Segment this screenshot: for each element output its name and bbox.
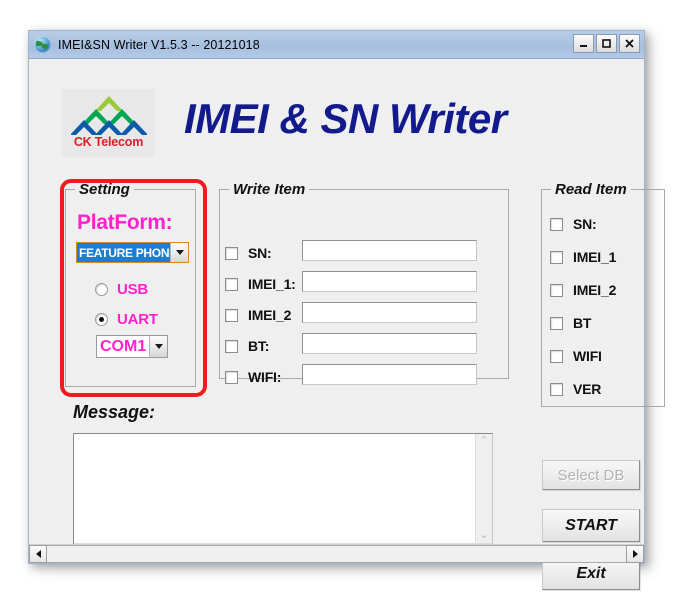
- checkbox-icon: [550, 349, 563, 363]
- scrollbar-track[interactable]: [47, 545, 626, 563]
- write-checkbox-imei1[interactable]: IMEI_1:: [225, 276, 296, 292]
- checkbox-icon: [225, 308, 238, 322]
- write-input-sn[interactable]: [302, 240, 477, 261]
- radio-uart-indicator: [95, 313, 108, 326]
- radio-uart-label: UART: [117, 311, 158, 328]
- checkbox-icon: [550, 283, 563, 297]
- window-horizontal-scrollbar[interactable]: [29, 544, 644, 563]
- write-checkbox-wifi[interactable]: WIFI:: [225, 369, 281, 385]
- close-button[interactable]: [619, 34, 640, 53]
- radio-usb-label: USB: [117, 281, 149, 298]
- read-checkbox-ver[interactable]: VER: [550, 381, 601, 397]
- write-item-group-title: Write Item: [229, 181, 310, 198]
- scroll-left-arrow-icon[interactable]: [29, 545, 47, 563]
- maximize-button[interactable]: [596, 34, 617, 53]
- ck-telecom-mark: [70, 96, 147, 135]
- platform-select-value: FEATURE PHONE: [77, 243, 170, 262]
- read-checkbox-imei1[interactable]: IMEI_1: [550, 249, 616, 265]
- exit-button-label: Exit: [576, 564, 606, 582]
- checkbox-icon: [225, 277, 238, 291]
- start-button-label: START: [565, 516, 617, 534]
- com-port-select[interactable]: COM1: [96, 335, 168, 358]
- start-button[interactable]: START: [542, 509, 640, 542]
- write-input-wifi[interactable]: [302, 364, 477, 385]
- checkbox-icon: [550, 382, 563, 396]
- message-vertical-scrollbar[interactable]: ⌃ ⌄: [475, 434, 492, 543]
- scroll-right-arrow-icon[interactable]: [626, 545, 644, 563]
- checkbox-icon: [550, 217, 563, 231]
- select-db-button-label: Select DB: [557, 466, 625, 484]
- radio-usb[interactable]: USB: [95, 281, 148, 298]
- application-window: IMEI&SN Writer V1.5.3 -- 20121018 CK Tel…: [28, 30, 665, 590]
- read-label-wifi: WIFI: [573, 348, 602, 364]
- scroll-up-icon[interactable]: ⌃: [479, 436, 488, 447]
- write-label-sn: SN:: [248, 245, 272, 261]
- radio-usb-indicator: [95, 283, 108, 296]
- globe-icon: [34, 36, 51, 53]
- read-label-sn: SN:: [573, 216, 597, 232]
- chevron-down-icon[interactable]: [149, 336, 167, 357]
- window-controls: [573, 34, 640, 53]
- write-label-wifi: WIFI:: [248, 369, 282, 385]
- write-checkbox-bt[interactable]: BT:: [225, 338, 269, 354]
- radio-uart[interactable]: UART: [95, 311, 158, 328]
- write-label-bt: BT:: [248, 338, 270, 354]
- setting-group-title: Setting: [75, 181, 134, 198]
- write-input-imei1[interactable]: [302, 271, 477, 292]
- logo-text: CK Telecom: [73, 135, 144, 149]
- read-item-group-title: Read Item: [551, 181, 631, 198]
- company-logo: CK Telecom: [62, 89, 155, 157]
- write-checkbox-sn[interactable]: SN:: [225, 245, 272, 261]
- checkbox-icon: [550, 316, 563, 330]
- scroll-down-icon[interactable]: ⌄: [479, 530, 488, 541]
- write-label-imei1: IMEI_1:: [248, 276, 296, 292]
- write-checkbox-imei2[interactable]: IMEI_2: [225, 307, 291, 323]
- write-input-imei2[interactable]: [302, 302, 477, 323]
- platform-select[interactable]: FEATURE PHONE: [76, 242, 189, 263]
- app-title: IMEI & SN Writer: [184, 95, 507, 142]
- checkbox-icon: [225, 370, 238, 384]
- chevron-down-icon[interactable]: [170, 243, 188, 262]
- select-db-button[interactable]: Select DB: [542, 460, 640, 490]
- title-bar: IMEI&SN Writer V1.5.3 -- 20121018: [29, 31, 644, 59]
- write-label-imei2: IMEI_2: [248, 307, 292, 323]
- read-checkbox-wifi[interactable]: WIFI: [550, 348, 602, 364]
- read-checkbox-imei2[interactable]: IMEI_2: [550, 282, 616, 298]
- message-label: Message:: [73, 402, 156, 422]
- read-checkbox-sn[interactable]: SN:: [550, 216, 597, 232]
- read-checkbox-bt[interactable]: BT: [550, 315, 591, 331]
- message-textarea[interactable]: ⌃ ⌄ ‹ ›: [73, 433, 493, 561]
- checkbox-icon: [550, 250, 563, 264]
- minimize-button[interactable]: [573, 34, 594, 53]
- com-port-select-value: COM1: [100, 337, 147, 355]
- checkbox-icon: [225, 246, 238, 260]
- window-title: IMEI&SN Writer V1.5.3 -- 20121018: [58, 37, 260, 52]
- read-label-ver: VER: [573, 381, 602, 397]
- read-label-bt: BT: [573, 315, 592, 331]
- client-area: CK Telecom IMEI & SN Writer Setting Plat…: [29, 59, 665, 590]
- read-label-imei2: IMEI_2: [573, 282, 617, 298]
- platform-label: PlatForm:: [77, 211, 173, 234]
- write-input-bt[interactable]: [302, 333, 477, 354]
- checkbox-icon: [225, 339, 238, 353]
- read-label-imei1: IMEI_1: [573, 249, 617, 265]
